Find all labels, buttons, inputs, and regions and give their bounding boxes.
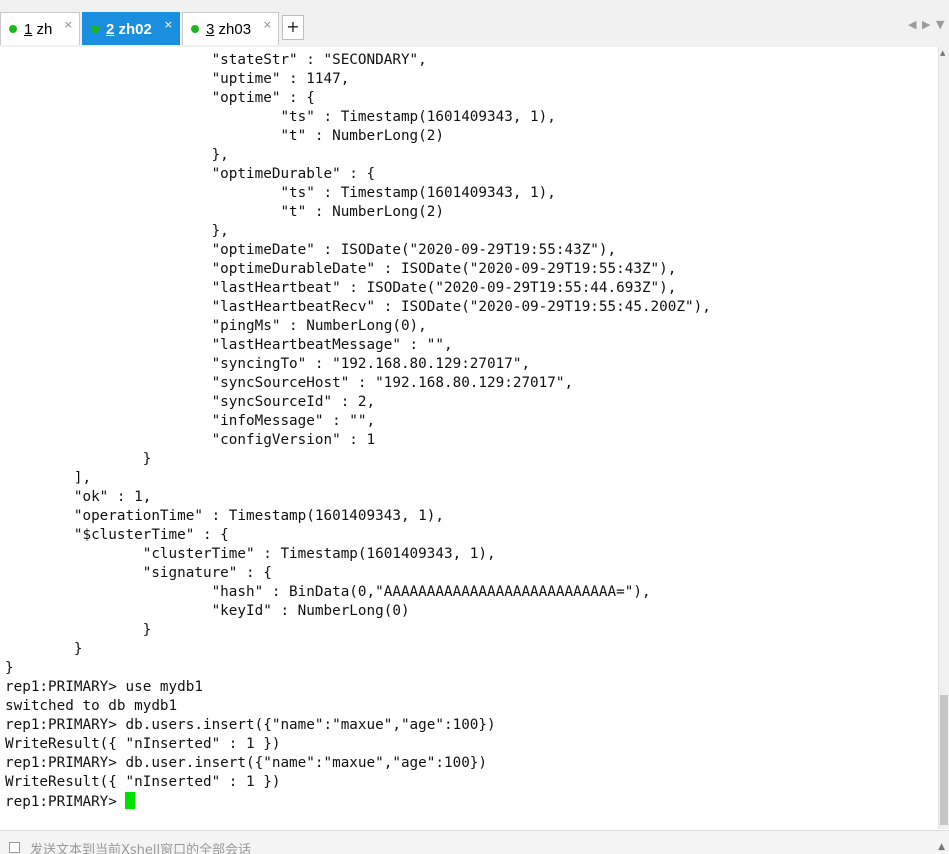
terminal-line: "optimeDate" : ISODate("2020-09-29T19:55…	[5, 242, 617, 258]
terminal-line: }	[5, 451, 152, 467]
compose-checkbox[interactable]	[9, 842, 20, 853]
terminal-line: WriteResult({ "nInserted" : 1 })	[5, 774, 281, 790]
terminal-line: "optime" : {	[5, 90, 315, 106]
terminal-line: "lastHeartbeatMessage" : "",	[5, 337, 453, 353]
terminal-line: "keyId" : NumberLong(0)	[5, 603, 410, 619]
terminal-line: "t" : NumberLong(2)	[5, 128, 444, 144]
terminal-line: }	[5, 622, 152, 638]
terminal-line: "optimeDurable" : {	[5, 166, 376, 182]
scroll-tabs-left-icon[interactable]: ◀	[908, 18, 916, 31]
connected-status-icon	[191, 25, 199, 33]
tab-label: 2 zh02	[106, 20, 152, 38]
terminal-line: "stateStr" : "SECONDARY",	[5, 52, 427, 68]
connected-status-icon	[91, 25, 99, 33]
terminal-line: "operationTime" : Timestamp(1601409343, …	[5, 508, 444, 524]
terminal-line: "syncingTo" : "192.168.80.129:27017",	[5, 356, 531, 372]
tab-list-menu-icon[interactable]: ▼	[936, 18, 944, 31]
terminal-line: "pingMs" : NumberLong(0),	[5, 318, 427, 334]
terminal-prompt-line: rep1:PRIMARY>	[5, 792, 711, 811]
terminal-output[interactable]: "stateStr" : "SECONDARY", "uptime" : 114…	[0, 47, 938, 829]
terminal-line: WriteResult({ "nInserted" : 1 })	[5, 736, 281, 752]
terminal-line: },	[5, 147, 229, 163]
terminal-line: "ok" : 1,	[5, 489, 152, 505]
text-cursor	[124, 792, 135, 809]
compose-bar: 发送文本到当前Xshell窗口的全部会话 ▲	[0, 830, 949, 854]
terminal-line: "lastHeartbeat" : ISODate("2020-09-29T19…	[5, 280, 677, 296]
terminal-line: switched to db mydb1	[5, 698, 178, 714]
terminal-line: "lastHeartbeatRecv" : ISODate("2020-09-2…	[5, 299, 711, 315]
tab-label: 3 zh03	[206, 20, 252, 38]
scrollbar-thumb[interactable]	[940, 695, 948, 825]
terminal-line: "ts" : Timestamp(1601409343, 1),	[5, 185, 556, 201]
terminal-lines: "stateStr" : "SECONDARY", "uptime" : 114…	[5, 51, 711, 811]
terminal-line: "ts" : Timestamp(1601409343, 1),	[5, 109, 556, 125]
compose-input[interactable]: 发送文本到当前Xshell窗口的全部会话	[30, 839, 251, 854]
scroll-up-icon[interactable]: ▲	[940, 49, 945, 57]
terminal-line: ],	[5, 470, 92, 486]
terminal-line: "$clusterTime" : {	[5, 527, 229, 543]
shell-prompt: rep1:PRIMARY>	[5, 794, 117, 810]
tab-session-3[interactable]: 3 zh03 ×	[182, 12, 279, 45]
terminal-line: "clusterTime" : Timestamp(1601409343, 1)…	[5, 546, 496, 562]
terminal-line: "t" : NumberLong(2)	[5, 204, 444, 220]
session-tab-bar: 1 zh × 2 zh02 × 3 zh03 × + ◀ ▶ ▼	[0, 0, 949, 48]
terminal-line: rep1:PRIMARY> use mydb1	[5, 679, 203, 695]
connected-status-icon	[9, 25, 17, 33]
title-strip	[0, 0, 949, 12]
terminal-scrollbar[interactable]: ▲	[938, 47, 949, 829]
terminal-line: rep1:PRIMARY> db.user.insert({"name":"ma…	[5, 755, 488, 771]
terminal-line: "syncSourceId" : 2,	[5, 394, 376, 410]
close-icon[interactable]: ×	[164, 18, 173, 31]
terminal-line: "syncSourceHost" : "192.168.80.129:27017…	[5, 375, 574, 391]
close-icon[interactable]: ×	[64, 18, 73, 31]
terminal-line: }	[5, 660, 14, 676]
terminal-line: "optimeDurableDate" : ISODate("2020-09-2…	[5, 261, 677, 277]
terminal-line: "uptime" : 1147,	[5, 71, 350, 87]
terminal-line: },	[5, 223, 229, 239]
xshell-window: 1 zh × 2 zh02 × 3 zh03 × + ◀ ▶ ▼ "stateS…	[0, 0, 949, 854]
tab-session-2[interactable]: 2 zh02 ×	[82, 12, 180, 45]
close-icon[interactable]: ×	[263, 18, 272, 31]
terminal-line: rep1:PRIMARY> db.users.insert({"name":"m…	[5, 717, 496, 733]
terminal-line: "hash" : BinData(0,"AAAAAAAAAAAAAAAAAAAA…	[5, 584, 651, 600]
terminal-line: }	[5, 641, 83, 657]
tab-session-1[interactable]: 1 zh ×	[0, 12, 80, 45]
terminal-line: "signature" : {	[5, 565, 272, 581]
terminal-line: "infoMessage" : "",	[5, 413, 376, 429]
new-tab-button[interactable]: +	[282, 15, 304, 40]
scroll-tabs-right-icon[interactable]: ▶	[922, 18, 930, 31]
compose-options-icon[interactable]: ▲	[938, 842, 945, 852]
tab-label: 1 zh	[24, 20, 53, 38]
terminal-line: "configVersion" : 1	[5, 432, 376, 448]
